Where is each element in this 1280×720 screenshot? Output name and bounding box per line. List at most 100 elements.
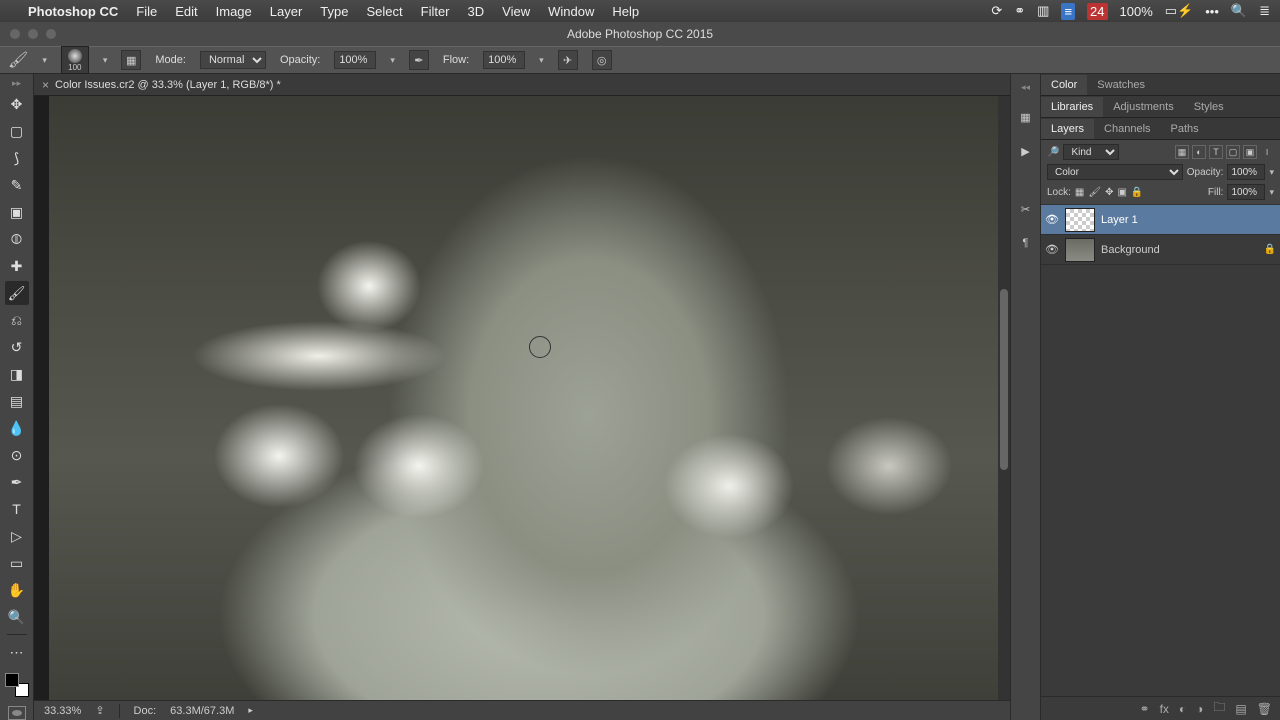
marquee-tool-icon[interactable]: ▢	[5, 119, 29, 143]
menu-edit[interactable]: Edit	[175, 4, 197, 19]
menu-view[interactable]: View	[502, 4, 530, 19]
flag-icon[interactable]: ≡	[1061, 3, 1075, 20]
more-icon[interactable]: •••	[1205, 4, 1219, 19]
tab-libraries[interactable]: Libraries	[1041, 97, 1103, 117]
sync-icon[interactable]: ⟳	[991, 3, 1002, 19]
vertical-scrollbar[interactable]	[998, 96, 1010, 700]
traffic-lights[interactable]	[10, 29, 56, 39]
layer-name[interactable]: Background	[1101, 244, 1160, 256]
tab-swatches[interactable]: Swatches	[1087, 75, 1155, 95]
dodge-tool-icon[interactable]: ⊙	[5, 443, 29, 467]
tab-close-icon[interactable]: ×	[42, 78, 49, 92]
visibility-toggle-icon[interactable]: 👁	[1045, 243, 1059, 256]
type-tool-icon[interactable]: T	[5, 497, 29, 521]
hand-tool-icon[interactable]: ✋	[5, 578, 29, 602]
filter-pixel-icon[interactable]: ▦	[1175, 145, 1189, 159]
layer-group-icon[interactable]: 🗀	[1213, 698, 1225, 719]
character-panel-icon[interactable]: ✂	[1016, 199, 1036, 219]
blur-tool-icon[interactable]: 💧	[5, 416, 29, 440]
tab-adjustments[interactable]: Adjustments	[1103, 97, 1184, 117]
opacity-pressure-icon[interactable]: ✒	[409, 50, 429, 70]
layer-opacity-input[interactable]	[1227, 164, 1265, 180]
history-brush-tool-icon[interactable]: ↺	[5, 335, 29, 359]
adjustment-layer-icon[interactable]: ◑	[1196, 702, 1203, 716]
brush-tool-icon[interactable]: 🖌	[5, 281, 29, 305]
brush-preset-picker[interactable]: 100	[61, 46, 89, 74]
layer-thumbnail[interactable]	[1065, 238, 1095, 262]
layer-thumbnail[interactable]	[1065, 208, 1095, 232]
new-layer-icon[interactable]: ▤	[1235, 702, 1246, 716]
tab-styles[interactable]: Styles	[1184, 97, 1234, 117]
visibility-toggle-icon[interactable]: 👁	[1045, 213, 1059, 226]
move-tool-icon[interactable]: ✥	[5, 92, 29, 116]
layer-mask-icon[interactable]: ◐	[1179, 702, 1186, 716]
share-icon[interactable]: ⇪	[95, 704, 104, 717]
foreground-background-colors[interactable]	[5, 673, 29, 697]
layer-item[interactable]: 👁 Layer 1	[1041, 205, 1280, 235]
size-pressure-icon[interactable]: ◎	[592, 50, 612, 70]
app-menu[interactable]: Photoshop CC	[28, 4, 118, 19]
menu-image[interactable]: Image	[216, 4, 252, 19]
quick-mask-icon[interactable]	[8, 706, 26, 720]
brush-panel-toggle-icon[interactable]: ▦	[121, 50, 141, 70]
layer-item[interactable]: 👁 Background 🔒	[1041, 235, 1280, 265]
menu-type[interactable]: Type	[320, 4, 348, 19]
filter-toggle-icon[interactable]: ⏽	[1260, 145, 1274, 159]
lock-pixel-icon[interactable]: 🖌	[1088, 187, 1101, 198]
menu-help[interactable]: Help	[612, 4, 639, 19]
panel-icon[interactable]: ▥	[1037, 3, 1049, 19]
delete-layer-icon[interactable]: 🗑	[1257, 702, 1272, 716]
tab-layers[interactable]: Layers	[1041, 119, 1094, 139]
pen-tool-icon[interactable]: ✒	[5, 470, 29, 494]
layer-filter-select[interactable]: Kind	[1063, 144, 1119, 160]
layer-blend-select[interactable]: Color	[1047, 164, 1183, 180]
filter-adjustment-icon[interactable]: ◐	[1192, 145, 1206, 159]
blend-mode-select[interactable]: Normal	[200, 51, 266, 69]
lock-transparency-icon[interactable]: ▦	[1075, 187, 1084, 198]
menu-file[interactable]: File	[136, 4, 157, 19]
spotlight-icon[interactable]: 🔍	[1231, 3, 1247, 19]
menu-filter[interactable]: Filter	[421, 4, 450, 19]
layer-name[interactable]: Layer 1	[1101, 214, 1138, 226]
layer-fill-input[interactable]	[1227, 184, 1265, 200]
flow-chevron-icon[interactable]: ▾	[539, 55, 544, 66]
lock-position-icon[interactable]: ✥	[1105, 187, 1113, 198]
filter-shape-icon[interactable]: ▢	[1226, 145, 1240, 159]
healing-tool-icon[interactable]: ✚	[5, 254, 29, 278]
edit-toolbar-icon[interactable]: ⋯	[5, 640, 29, 664]
history-panel-icon[interactable]: ▦	[1016, 107, 1036, 127]
layer-opacity-chevron-icon[interactable]: ▾	[1269, 167, 1274, 178]
opacity-input[interactable]	[334, 51, 376, 69]
document-tab[interactable]: Color Issues.cr2 @ 33.3% (Layer 1, RGB/8…	[55, 79, 281, 91]
tool-preset-chevron-icon[interactable]: ▾	[42, 55, 47, 66]
canvas[interactable]	[49, 96, 1010, 700]
opacity-chevron-icon[interactable]: ▾	[390, 55, 395, 66]
calendar-icon[interactable]: 24	[1087, 3, 1107, 20]
link-layers-icon[interactable]: ⚭	[1140, 702, 1150, 716]
tab-channels[interactable]: Channels	[1094, 119, 1160, 139]
shape-tool-icon[interactable]: ▭	[5, 551, 29, 575]
lock-all-icon[interactable]: 🔒	[1131, 187, 1143, 198]
crop-tool-icon[interactable]: ▣	[5, 200, 29, 224]
filter-type-icon[interactable]: T	[1209, 145, 1223, 159]
gradient-tool-icon[interactable]: ▤	[5, 389, 29, 413]
layer-fill-chevron-icon[interactable]: ▾	[1269, 187, 1274, 198]
quick-select-tool-icon[interactable]: ✎	[5, 173, 29, 197]
menu-layer[interactable]: Layer	[270, 4, 303, 19]
actions-panel-icon[interactable]: ▶	[1016, 141, 1036, 161]
eyedropper-tool-icon[interactable]: ⦷	[5, 227, 29, 251]
filter-smart-icon[interactable]: ▣	[1243, 145, 1257, 159]
tab-color[interactable]: Color	[1041, 75, 1087, 95]
doc-info-chevron-icon[interactable]: ▸	[248, 705, 253, 716]
menu-window[interactable]: Window	[548, 4, 594, 19]
lasso-tool-icon[interactable]: ⟆	[5, 146, 29, 170]
layer-fx-icon[interactable]: fx	[1160, 702, 1169, 716]
eraser-tool-icon[interactable]: ◨	[5, 362, 29, 386]
stamp-tool-icon[interactable]: ⎌	[5, 308, 29, 332]
doc-info-value[interactable]: 63.3M/67.3M	[170, 705, 234, 717]
filter-search-icon[interactable]: 🔎	[1047, 147, 1059, 158]
zoom-tool-icon[interactable]: 🔍	[5, 605, 29, 629]
brush-preset-chevron-icon[interactable]: ▾	[103, 55, 108, 66]
menu-3d[interactable]: 3D	[468, 4, 485, 19]
link-icon[interactable]: ⚭	[1014, 3, 1025, 19]
